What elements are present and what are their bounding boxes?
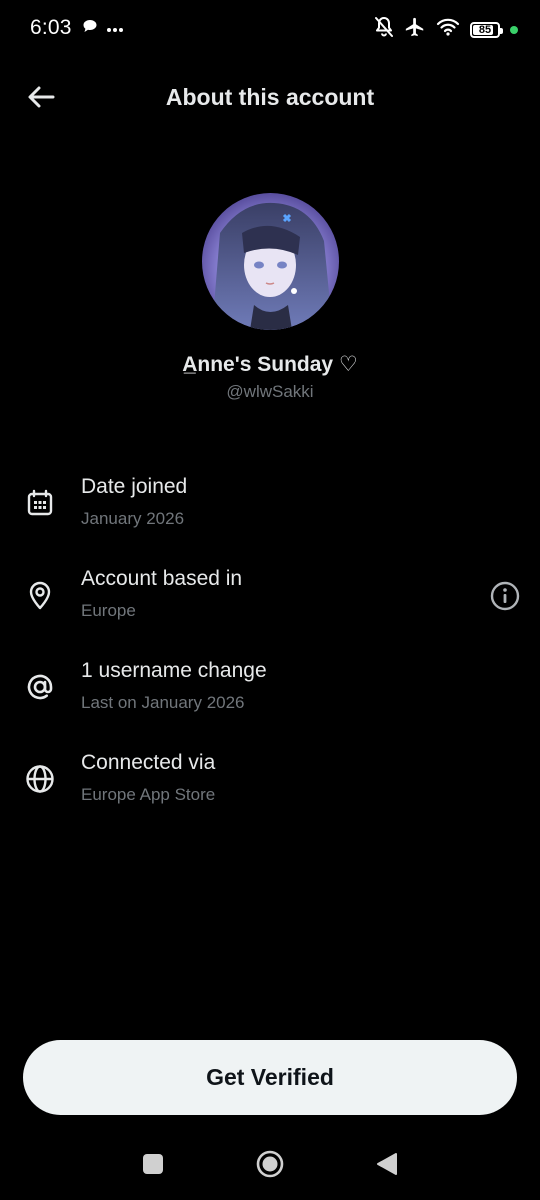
- bell-off-icon: [374, 16, 394, 43]
- status-time: 6:03: [30, 16, 72, 39]
- info-subtitle: January 2026: [81, 509, 185, 528]
- header: About this account: [0, 70, 540, 126]
- globe-icon: [24, 763, 56, 795]
- airplane-icon: [404, 16, 426, 43]
- info-row-connected-via: Connected via Europe App Store: [0, 751, 540, 821]
- calendar-icon: [24, 487, 56, 519]
- chat-bubble-icon: [82, 18, 98, 39]
- more-dots-icon: [106, 20, 124, 38]
- at-sign-icon: [24, 671, 56, 703]
- info-title: Account based in: [81, 567, 243, 590]
- info-subtitle: Europe App Store: [81, 785, 216, 804]
- system-nav-bar: [0, 1132, 540, 1200]
- avatar[interactable]: [202, 193, 339, 330]
- info-subtitle: Last on January 2026: [81, 693, 245, 712]
- avatar-image: [202, 193, 339, 330]
- home-button[interactable]: [256, 1150, 284, 1178]
- get-verified-button[interactable]: Get Verified: [23, 1040, 517, 1115]
- info-icon[interactable]: [490, 581, 520, 611]
- info-title: 1 username change: [81, 659, 267, 682]
- back-triangle-button[interactable]: [376, 1152, 398, 1176]
- privacy-indicator-dot: [510, 25, 518, 34]
- info-subtitle: Europe: [81, 601, 136, 620]
- status-bar: 6:03 85: [0, 0, 540, 60]
- status-left-icons: [82, 18, 124, 39]
- recents-button[interactable]: [143, 1154, 163, 1174]
- battery-icon: 85: [470, 21, 503, 38]
- info-title: Connected via: [81, 751, 216, 774]
- handle: @wlwSakki: [226, 382, 314, 401]
- wifi-icon: [436, 17, 460, 42]
- display-name: A̲nne's Sunday ♡: [182, 353, 358, 376]
- info-title: Date joined: [81, 475, 188, 498]
- info-row-username-change: 1 username change Last on January 2026: [0, 659, 540, 729]
- location-pin-icon: [24, 579, 56, 611]
- page-title: About this account: [165, 84, 375, 110]
- info-row-date-joined: Date joined January 2026: [0, 475, 540, 545]
- status-right-icons: 85: [374, 16, 518, 43]
- info-row-account-based-in: Account based in Europe: [0, 567, 540, 637]
- battery-level: 85: [478, 23, 492, 36]
